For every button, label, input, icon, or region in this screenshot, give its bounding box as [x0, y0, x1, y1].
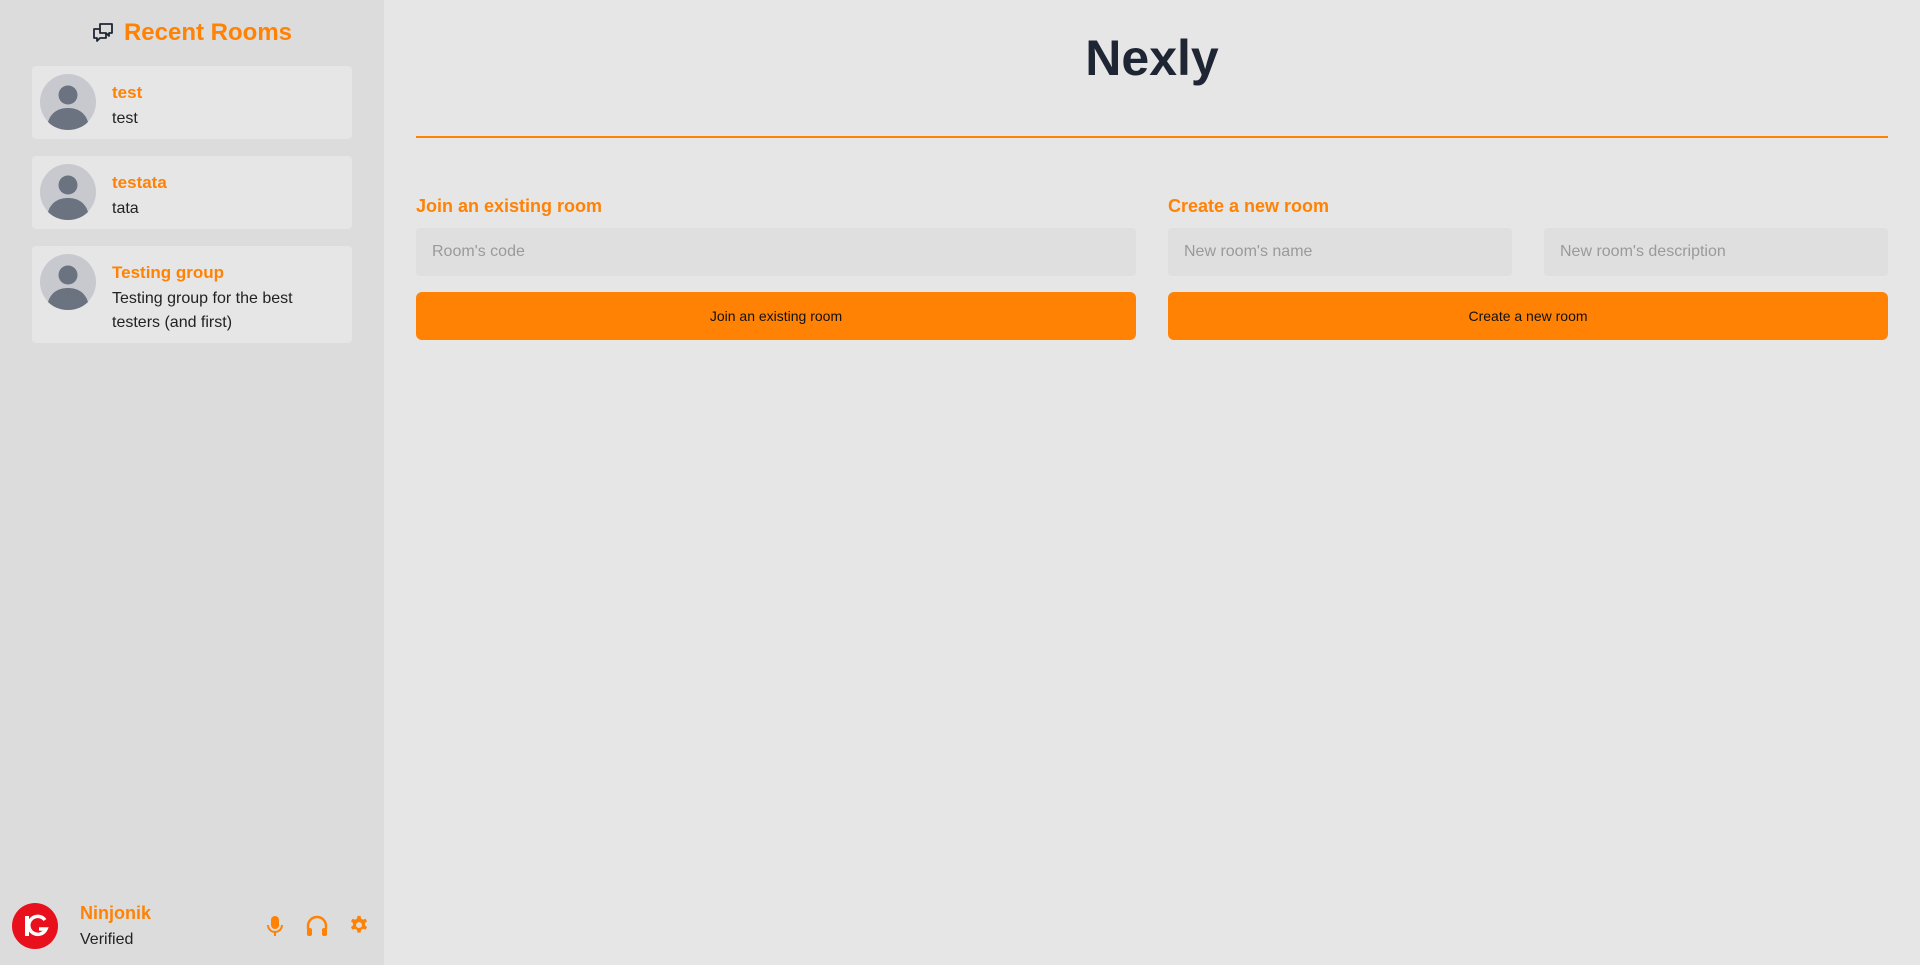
create-room-button[interactable]: Create a new room [1168, 292, 1888, 340]
user-name: Ninjonik [80, 902, 151, 923]
join-room-heading: Join an existing room [416, 196, 603, 216]
gear-icon[interactable] [346, 913, 372, 939]
room-list: test test testata tata Testing group Tes… [0, 66, 384, 343]
ig-logo-icon[interactable] [12, 903, 58, 949]
room-code-input[interactable] [416, 228, 1136, 276]
chat-bubbles-icon [92, 22, 114, 44]
headphones-icon[interactable] [304, 913, 330, 939]
room-item-testata[interactable]: testata tata [32, 156, 352, 229]
room-name: testata [112, 173, 167, 192]
join-room-form: Join an existing room Join an existing r… [416, 194, 1136, 340]
user-avatar-icon [40, 74, 96, 130]
room-description: test [112, 110, 138, 127]
room-description: Testing group for the best testers (and … [112, 290, 293, 331]
create-room-form: Create a new room Create a new room [1168, 194, 1888, 340]
sidebar-title: Recent Rooms [123, 19, 293, 46]
new-room-name-input[interactable] [1168, 228, 1512, 276]
new-room-description-input[interactable] [1544, 228, 1888, 276]
user-avatar-icon [40, 164, 96, 220]
room-item-testing-group[interactable]: Testing group Testing group for the best… [32, 246, 352, 343]
user-avatar-icon [40, 254, 96, 310]
app-title: Nexly [1085, 30, 1219, 86]
join-room-button[interactable]: Join an existing room [416, 292, 1136, 340]
microphone-icon[interactable] [262, 913, 288, 939]
room-name: Testing group [112, 263, 225, 282]
room-item-test[interactable]: test test [32, 66, 352, 139]
sidebar-header: Recent Rooms [0, 0, 384, 66]
user-bar: Ninjonik Verified [0, 887, 384, 965]
room-forms: Join an existing room Join an existing r… [416, 194, 1888, 340]
sidebar: Recent Rooms test test testata tata Test… [0, 0, 384, 965]
room-name: test [112, 83, 143, 102]
create-room-heading: Create a new room [1168, 196, 1330, 216]
room-description: tata [112, 200, 139, 217]
main-panel: Nexly Join an existing room Join an exis… [384, 0, 1920, 965]
divider [416, 136, 1888, 138]
user-status: Verified [80, 930, 134, 948]
